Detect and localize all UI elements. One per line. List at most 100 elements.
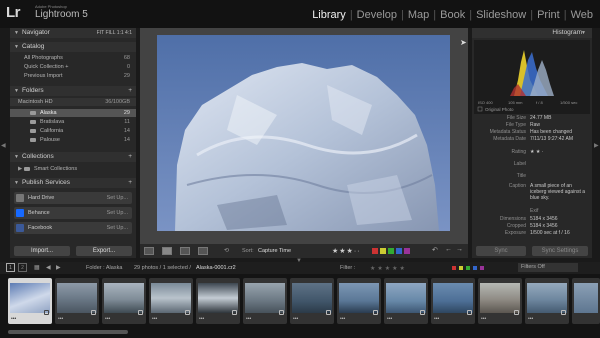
- module-picker: Library | Develop | Map | Book | Slideshow | …: [309, 9, 596, 21]
- source-label[interactable]: Folder : Alaska: [86, 265, 122, 271]
- smart-collection-icon: [24, 167, 30, 171]
- folder-item-palouse[interactable]: Palouse 14: [10, 136, 136, 144]
- filmstrip-thumb[interactable]: •••: [525, 278, 569, 324]
- svg-text:Original Photo: Original Photo: [485, 107, 514, 112]
- filter-green[interactable]: [466, 266, 470, 270]
- compare-view-icon[interactable]: [180, 247, 190, 255]
- sync-button[interactable]: Sync: [476, 246, 526, 256]
- navigator-zoom[interactable]: FIT FILL 1:1 4:1: [97, 28, 132, 38]
- module-library[interactable]: Library: [309, 9, 349, 21]
- color-label-yellow[interactable]: [380, 248, 386, 254]
- module-slideshow[interactable]: Slideshow: [473, 9, 529, 21]
- sync-settings-button[interactable]: Sync Settings: [532, 246, 588, 256]
- catalog-header[interactable]: ▼ Catalog: [10, 42, 136, 52]
- hard-drive-icon: [16, 194, 24, 202]
- meta-cropped: Cropped 5184 x 3456: [506, 223, 558, 229]
- star-rating[interactable]: ★★★··: [332, 247, 361, 255]
- meta-label[interactable]: Label: [474, 161, 590, 168]
- filter-purple[interactable]: [480, 266, 484, 270]
- publish-facebook[interactable]: Facebook Set Up...: [14, 222, 132, 234]
- filter-blue[interactable]: [473, 266, 477, 270]
- export-button[interactable]: Export...: [76, 246, 132, 256]
- color-label-red[interactable]: [372, 248, 378, 254]
- meta-caption[interactable]: Caption A small piece of an iceberg viewe…: [474, 183, 590, 207]
- expand-triangle-icon: ▶: [18, 166, 23, 172]
- folder-item-alaska[interactable]: Alaska 29: [10, 109, 136, 117]
- filter-red[interactable]: [452, 266, 456, 270]
- grid-view-icon[interactable]: [144, 247, 154, 255]
- back-arrow-icon[interactable]: ◀: [46, 264, 51, 271]
- catalog-item-previous-import[interactable]: Previous Import 29: [10, 72, 136, 80]
- next-arrow-icon[interactable]: →: [456, 246, 463, 253]
- add-folder-icon[interactable]: +: [128, 86, 132, 96]
- filter-preset-select[interactable]: Filters Off: [518, 263, 578, 272]
- folder-icon: [30, 129, 36, 133]
- publish-behance[interactable]: Behance Set Up...: [14, 207, 132, 219]
- filmstrip-thumb[interactable]: •••: [196, 278, 240, 324]
- color-label-purple[interactable]: [404, 248, 410, 254]
- add-collection-icon[interactable]: +: [128, 152, 132, 162]
- catalog-item-quick-collection[interactable]: Quick Collection +0: [10, 63, 136, 71]
- svg-text:f / 8: f / 8: [536, 100, 543, 105]
- catalog-item-all-photographs[interactable]: All Photographs 68: [10, 54, 136, 62]
- histogram-header[interactable]: Histogram ▼: [472, 28, 592, 38]
- forward-arrow-icon[interactable]: ▶: [56, 264, 61, 271]
- svg-text:ISO 400: ISO 400: [478, 100, 493, 105]
- module-web[interactable]: Web: [568, 9, 596, 21]
- left-panel: ▼ Navigator FIT FILL 1:1 4:1 ▼ Catalog All…: [10, 28, 136, 258]
- filmstrip-thumb[interactable]: •••: [290, 278, 334, 324]
- filter-stars[interactable]: ★★★★★: [370, 265, 407, 272]
- filmstrip-scrollbar[interactable]: [0, 328, 600, 338]
- filmstrip-thumb[interactable]: •••: [384, 278, 428, 324]
- folders-header[interactable]: ▼ Folders +: [10, 86, 136, 96]
- filmstrip: ••• ••• ••• ••• ••• ••• ••• ••• ••• ••• …: [0, 274, 600, 334]
- sort-select[interactable]: Capture Time: [258, 248, 291, 254]
- app-logo: Lr: [6, 4, 21, 21]
- library-toolbar: ⟲ Sort: Capture Time ★★★·· ↶ ← →: [140, 244, 468, 258]
- publish-services-header[interactable]: ▼ Publish Services +: [10, 178, 136, 188]
- histogram: ISO 400 105 mm f / 8 1/500 sec Original …: [474, 40, 590, 114]
- folder-item-bratislava[interactable]: Bratislava 11: [10, 118, 136, 126]
- collection-item-smart-collections[interactable]: ▶ Smart Collections: [10, 165, 136, 173]
- collections-header[interactable]: ▼ Collections +: [10, 152, 136, 162]
- window-2-button[interactable]: 2: [18, 263, 27, 272]
- filmstrip-thumb[interactable]: •••: [149, 278, 193, 324]
- filmstrip-thumb[interactable]: •••: [431, 278, 475, 324]
- filmstrip-thumb[interactable]: •••: [8, 278, 52, 324]
- filmstrip-thumb[interactable]: •••: [337, 278, 381, 324]
- filmstrip-thumb[interactable]: •••: [478, 278, 522, 324]
- meta-title[interactable]: Title: [474, 173, 590, 180]
- filmstrip-thumb[interactable]: •••: [55, 278, 99, 324]
- survey-view-icon[interactable]: [198, 247, 208, 255]
- left-panel-toggle-icon[interactable]: ◀: [1, 142, 6, 149]
- main-photo[interactable]: [157, 35, 450, 231]
- painter-icon[interactable]: ⟲: [224, 247, 229, 254]
- previous-arrow-icon[interactable]: ←: [445, 246, 452, 253]
- add-publish-icon[interactable]: +: [128, 178, 132, 188]
- loupe-view[interactable]: [140, 28, 468, 244]
- filmstrip-scroll-thumb[interactable]: [8, 330, 128, 334]
- meta-rating[interactable]: Rating ★ ★ ·: [474, 149, 590, 156]
- right-panel-toggle-icon[interactable]: ▶: [594, 142, 599, 149]
- window-1-button[interactable]: 1: [6, 263, 15, 272]
- filmstrip-thumb[interactable]: •••: [102, 278, 146, 324]
- publish-hard-drive[interactable]: Hard Drive Set Up...: [14, 192, 132, 204]
- grid-icon[interactable]: ▦: [34, 264, 40, 271]
- folder-item-california[interactable]: California 14: [10, 127, 136, 135]
- color-label-green[interactable]: [388, 248, 394, 254]
- collapse-triangle-icon: ▼: [14, 30, 19, 36]
- import-button[interactable]: Import...: [14, 246, 70, 256]
- filmstrip-thumb[interactable]: [572, 278, 600, 324]
- module-print[interactable]: Print: [534, 9, 563, 21]
- filter-yellow[interactable]: [459, 266, 463, 270]
- color-label-blue[interactable]: [396, 248, 402, 254]
- module-develop[interactable]: Develop: [354, 9, 400, 21]
- module-book[interactable]: Book: [437, 9, 468, 21]
- navigator-header[interactable]: ▼ Navigator FIT FILL 1:1 4:1: [10, 28, 136, 38]
- volume-row[interactable]: Macintosh HD 36/100GB: [10, 98, 136, 106]
- module-map[interactable]: Map: [405, 9, 432, 21]
- loupe-view-icon[interactable]: [162, 247, 172, 255]
- rotate-icon[interactable]: ↶: [432, 246, 438, 254]
- meta-file-type: File Type Raw: [505, 122, 541, 128]
- filmstrip-thumb[interactable]: •••: [243, 278, 287, 324]
